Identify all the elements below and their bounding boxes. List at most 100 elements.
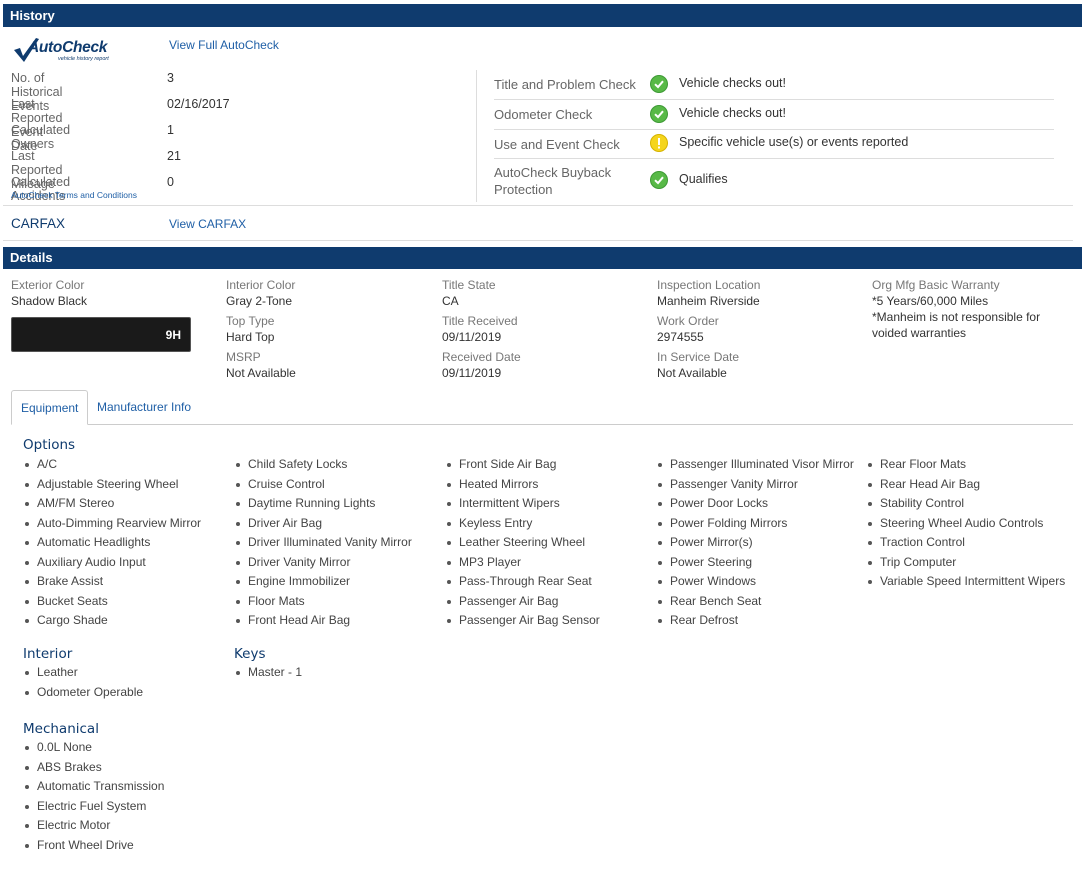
carfax-label: CARFAX (11, 216, 66, 231)
history-row-value: 3 (167, 71, 174, 85)
list-item: Leather Steering Wheel (445, 533, 600, 553)
list-item: AM/FM Stereo (23, 494, 201, 514)
list-item: Rear Defrost (656, 611, 854, 631)
keys-list: Master - 1 (234, 663, 302, 683)
list-item: Passenger Illuminated Visor Mirror (656, 455, 854, 475)
tab-equipment[interactable]: Equipment (11, 390, 89, 425)
details-section-header: Details (3, 247, 1082, 269)
check-label-line2: Protection (494, 182, 553, 197)
in-service-date-value: Not Available (657, 366, 727, 380)
list-item: Daytime Running Lights (234, 494, 412, 514)
list-item: Rear Bench Seat (656, 592, 854, 612)
exterior-color-label: Exterior Color (11, 278, 85, 292)
check-row-odometer: Odometer Check Vehicle checks out! (494, 100, 1054, 130)
work-order-label: Work Order (657, 314, 719, 328)
work-order-value: 2974555 (657, 330, 704, 344)
list-item: Pass-Through Rear Seat (445, 572, 600, 592)
view-carfax-link[interactable]: View CARFAX (169, 217, 246, 231)
check-label: Title and Problem Check (494, 77, 636, 92)
list-item: Child Safety Locks (234, 455, 412, 475)
warranty-line3: voided warranties (872, 326, 967, 340)
list-item: 0.0L None (23, 738, 164, 758)
keys-title: Keys (234, 646, 266, 662)
list-item: Traction Control (866, 533, 1065, 553)
list-item: Auxiliary Audio Input (23, 553, 201, 573)
warranty-line1: *5 Years/60,000 Miles (872, 294, 989, 308)
list-item: Master - 1 (234, 663, 302, 683)
history-row-label: Calculated Owners (11, 123, 71, 151)
check-status: Vehicle checks out! (679, 76, 787, 90)
autocheck-terms-link[interactable]: AutoCheck Terms and Conditions (11, 190, 137, 200)
mechanical-list: 0.0L None ABS Brakes Automatic Transmissio… (23, 738, 164, 855)
history-row-value: 02/16/2017 (167, 97, 230, 111)
check-row-buyback: AutoCheck Buyback Protection Qualifies (494, 159, 1054, 201)
check-circle-icon (650, 75, 668, 93)
check-row-title-problem: Title and Problem Check Vehicle checks o… (494, 70, 1054, 100)
in-service-date-label: In Service Date (657, 350, 740, 364)
exterior-color-swatch: 9H (11, 317, 191, 352)
inspection-location-label: Inspection Location (657, 278, 761, 292)
received-date-label: Received Date (442, 350, 521, 364)
list-item: Power Folding Mirrors (656, 514, 854, 534)
list-item: Cargo Shade (23, 611, 201, 631)
interior-color-value: Gray 2-Tone (226, 294, 293, 308)
check-label: Odometer Check (494, 107, 593, 122)
list-item: Passenger Air Bag Sensor (445, 611, 600, 631)
list-item: Stability Control (866, 494, 1065, 514)
list-item: Driver Vanity Mirror (234, 553, 412, 573)
list-item: Leather (23, 663, 143, 683)
history-column-divider (476, 70, 477, 202)
tab-manufacturer-info[interactable]: Manufacturer Info (88, 390, 200, 425)
list-item: Keyless Entry (445, 514, 600, 534)
list-item: A/C (23, 455, 201, 475)
msrp-label: MSRP (226, 350, 261, 364)
warranty-label: Org Mfg Basic Warranty (872, 278, 1000, 292)
title-state-value: CA (442, 294, 459, 308)
options-list-col3: Front Side Air Bag Heated Mirrors Intermit… (445, 455, 600, 631)
list-item: Rear Head Air Bag (866, 475, 1065, 495)
check-status: Specific vehicle use(s) or events report… (679, 135, 909, 149)
list-item: Odometer Operable (23, 683, 143, 703)
title-received-value: 09/11/2019 (442, 330, 502, 344)
list-item: Cruise Control (234, 475, 412, 495)
top-type-value: Hard Top (226, 330, 275, 344)
list-item: Heated Mirrors (445, 475, 600, 495)
list-item: Automatic Transmission (23, 777, 164, 797)
title-state-label: Title State (442, 278, 496, 292)
list-item: Front Wheel Drive (23, 836, 164, 856)
warning-circle-icon (650, 134, 668, 152)
check-status: Vehicle checks out! (679, 106, 787, 120)
check-label: Use and Event Check (494, 137, 620, 152)
check-circle-icon (650, 105, 668, 123)
list-item: Power Door Locks (656, 494, 854, 514)
list-item: Brake Assist (23, 572, 201, 592)
msrp-value: Not Available (226, 366, 296, 380)
view-full-autocheck-link[interactable]: View Full AutoCheck (169, 38, 279, 52)
list-item: ABS Brakes (23, 758, 164, 778)
history-divider (3, 205, 1073, 206)
history-row-value: 21 (167, 149, 181, 163)
carfax-divider (3, 240, 1073, 241)
options-list-col2: Child Safety Locks Cruise Control Daytime … (234, 455, 412, 631)
list-item: Steering Wheel Audio Controls (866, 514, 1065, 534)
list-item: Intermittent Wipers (445, 494, 600, 514)
list-item: Variable Speed Intermittent Wipers (866, 572, 1065, 592)
autocheck-logo-text: AutoCheck (28, 39, 108, 56)
mechanical-title: Mechanical (23, 721, 99, 737)
list-item: Front Side Air Bag (445, 455, 600, 475)
warranty-line2: *Manheim is not responsible for (872, 310, 1041, 324)
title-received-label: Title Received (442, 314, 518, 328)
list-item: Power Windows (656, 572, 854, 592)
top-type-label: Top Type (226, 314, 275, 328)
history-row-value: 1 (167, 123, 174, 137)
list-item: Power Steering (656, 553, 854, 573)
check-label-line1: AutoCheck Buyback (494, 165, 612, 180)
inspection-location-value: Manheim Riverside (657, 294, 760, 308)
autocheck-logo-tagline: vehicle history report (58, 56, 109, 62)
history-row-value: 0 (167, 175, 174, 189)
list-item: Engine Immobilizer (234, 572, 412, 592)
list-item: Rear Floor Mats (866, 455, 1065, 475)
check-row-use-event: Use and Event Check Specific vehicle use… (494, 130, 1054, 159)
list-item: Bucket Seats (23, 592, 201, 612)
interior-list: Leather Odometer Operable (23, 663, 143, 702)
